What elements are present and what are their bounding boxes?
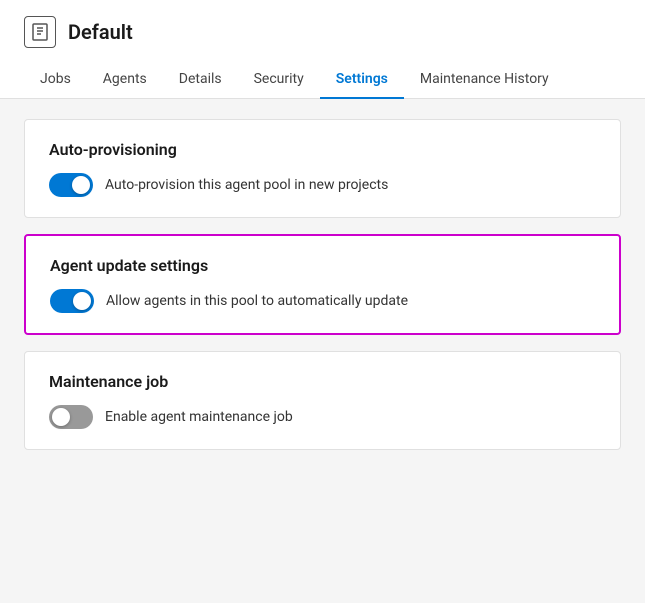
main-content: Auto-provisioning Auto-provision this ag…: [0, 99, 645, 470]
tab-agents[interactable]: Agents: [87, 61, 163, 99]
agent-update-toggle[interactable]: [50, 289, 94, 313]
agent-update-row: Allow agents in this pool to automatical…: [50, 289, 595, 313]
auto-provisioning-card: Auto-provisioning Auto-provision this ag…: [24, 119, 621, 218]
maintenance-job-label: Enable agent maintenance job: [105, 409, 293, 425]
maintenance-job-title: Maintenance job: [49, 372, 596, 391]
tab-jobs[interactable]: Jobs: [24, 61, 87, 99]
agent-pool-icon: [24, 16, 56, 48]
agent-update-settings-card: Agent update settings Allow agents in th…: [24, 234, 621, 335]
tab-security[interactable]: Security: [238, 61, 320, 99]
maintenance-job-card: Maintenance job Enable agent maintenance…: [24, 351, 621, 450]
page-header: Default Jobs Agents Details Security Set…: [0, 0, 645, 99]
agent-update-title: Agent update settings: [50, 256, 595, 275]
maintenance-job-row: Enable agent maintenance job: [49, 405, 596, 429]
auto-provisioning-label: Auto-provision this agent pool in new pr…: [105, 177, 388, 193]
tab-maintenance-history[interactable]: Maintenance History: [404, 61, 565, 99]
agent-update-label: Allow agents in this pool to automatical…: [106, 293, 408, 309]
page-title: Default: [68, 20, 133, 44]
nav-tabs: Jobs Agents Details Security Settings Ma…: [24, 60, 621, 98]
auto-provisioning-row: Auto-provision this agent pool in new pr…: [49, 173, 596, 197]
title-row: Default: [24, 16, 621, 48]
auto-provisioning-title: Auto-provisioning: [49, 140, 596, 159]
tab-details[interactable]: Details: [163, 61, 238, 99]
tab-settings[interactable]: Settings: [320, 61, 404, 99]
auto-provisioning-toggle[interactable]: [49, 173, 93, 197]
maintenance-job-toggle[interactable]: [49, 405, 93, 429]
